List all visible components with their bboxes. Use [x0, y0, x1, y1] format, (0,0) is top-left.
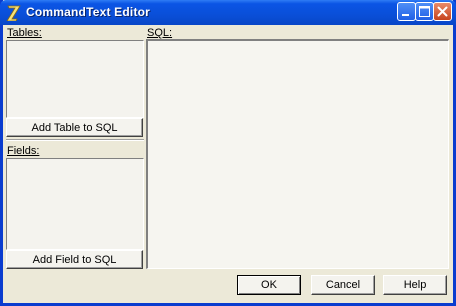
sql-label: SQL:	[147, 27, 173, 39]
close-button[interactable]	[433, 2, 452, 21]
close-icon	[437, 6, 448, 17]
help-button[interactable]: Help	[383, 275, 447, 295]
tables-label: Tables:	[7, 27, 42, 39]
sql-textarea[interactable]	[146, 39, 449, 269]
title-bar[interactable]: CommandText Editor	[0, 0, 456, 25]
fields-label: Fields:	[7, 145, 40, 157]
maximize-button[interactable]	[415, 2, 434, 21]
cancel-button[interactable]: Cancel	[311, 275, 375, 295]
fields-list[interactable]	[6, 158, 144, 250]
delphi-app-icon	[6, 5, 21, 21]
tables-list[interactable]	[6, 40, 144, 118]
panel-splitter[interactable]	[6, 139, 144, 141]
add-field-to-sql-button[interactable]: Add Field to SQL	[6, 250, 143, 269]
maximize-icon	[419, 6, 430, 17]
minimize-icon	[402, 14, 409, 16]
minimize-button[interactable]	[397, 2, 416, 21]
ok-button[interactable]: OK	[237, 275, 301, 295]
add-table-to-sql-button[interactable]: Add Table to SQL	[6, 118, 143, 137]
commandtext-editor-window: CommandText Editor Tables: Add Table to …	[0, 0, 456, 306]
window-title: CommandText Editor	[26, 5, 151, 19]
